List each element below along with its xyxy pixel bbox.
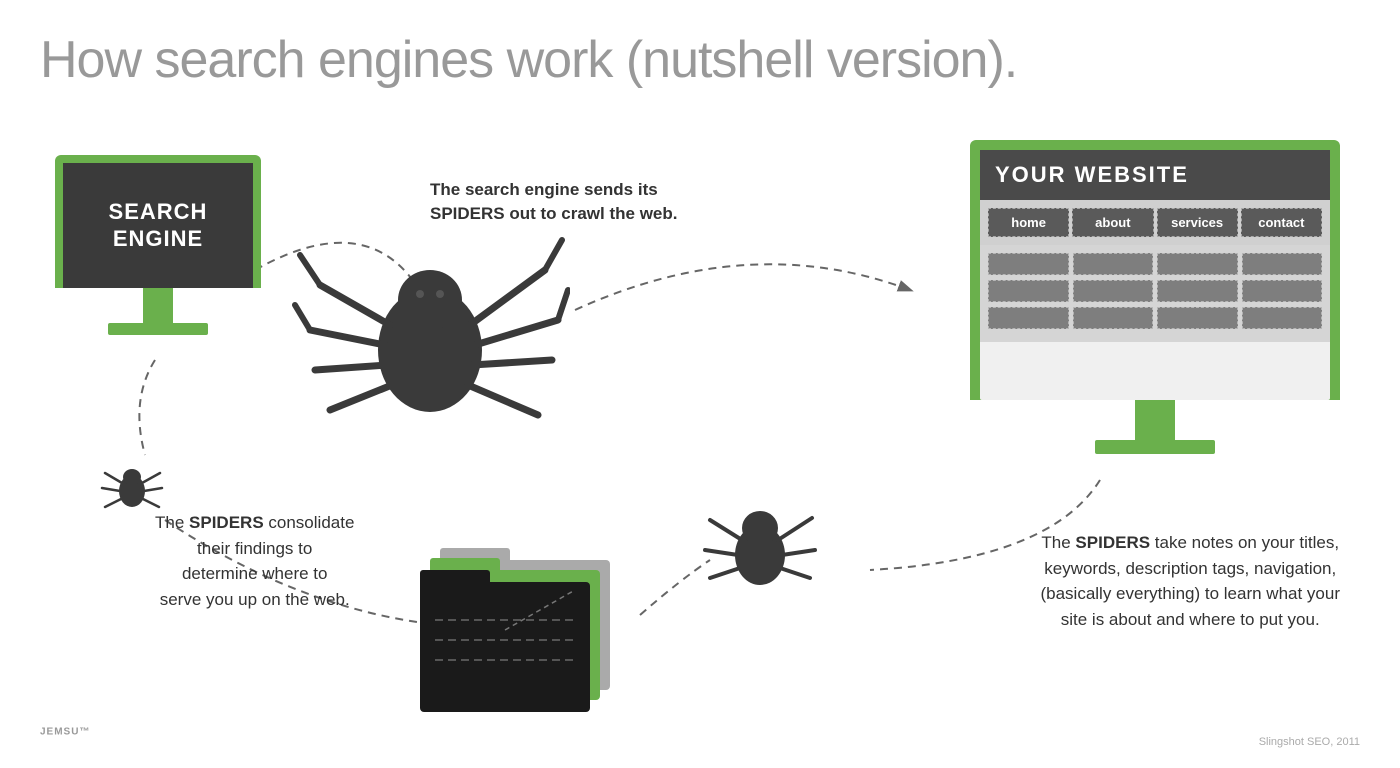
folder-stack bbox=[420, 540, 640, 720]
website-nav: home about services contact bbox=[980, 200, 1330, 245]
annotation-top: The search engine sends its SPIDERS out … bbox=[430, 178, 710, 226]
nav-contact: contact bbox=[1241, 208, 1322, 237]
footer-credit: Slingshot SEO, 2011 bbox=[1259, 736, 1360, 748]
brand-logo: JEMSU™ bbox=[40, 725, 90, 748]
search-engine-label: SEARCH ENGINE bbox=[109, 199, 208, 252]
website-title: YOUR WEBSITE bbox=[995, 162, 1315, 188]
annotation-bottom-right: The SPIDERS take notes on your titles,ke… bbox=[1040, 530, 1340, 632]
page-title: How search engines work (nutshell versio… bbox=[40, 30, 1017, 90]
spider-large bbox=[290, 195, 570, 475]
spider-medium bbox=[700, 490, 820, 600]
annotation-bottom-left: The SPIDERS consolidatetheir findings to… bbox=[155, 510, 354, 612]
website-monitor: YOUR WEBSITE home about services contact bbox=[970, 140, 1340, 454]
nav-about: about bbox=[1072, 208, 1153, 237]
website-content bbox=[980, 245, 1330, 342]
nav-home: home bbox=[988, 208, 1069, 237]
search-engine-monitor: SEARCH ENGINE bbox=[55, 155, 261, 335]
nav-services: services bbox=[1157, 208, 1238, 237]
